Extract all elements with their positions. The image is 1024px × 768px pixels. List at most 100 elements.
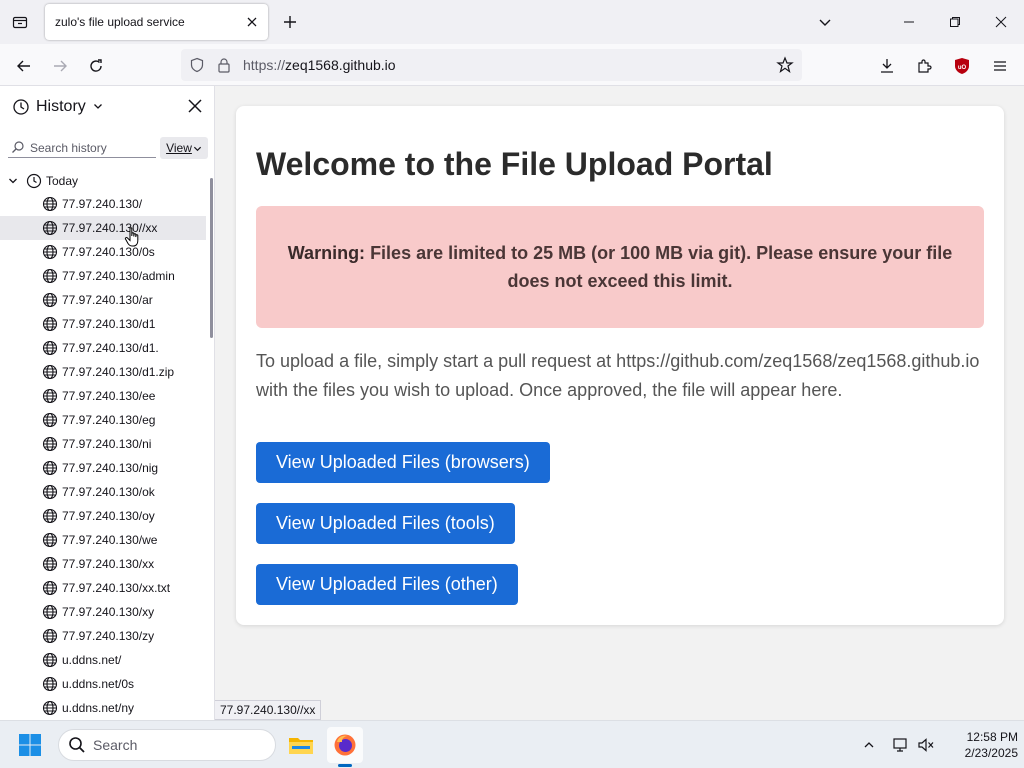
downloads-icon[interactable] [873, 52, 901, 80]
history-item[interactable]: 77.97.240.130/nig [0, 456, 206, 480]
view-menu-button[interactable]: View [160, 137, 208, 159]
reload-icon[interactable] [82, 52, 110, 80]
hamburger-menu-icon[interactable] [986, 52, 1014, 80]
search-icon [69, 737, 85, 753]
view-label: View [166, 141, 192, 155]
firefox-icon[interactable] [327, 727, 363, 763]
view-files-tools-button[interactable]: View Uploaded Files (tools) [256, 503, 515, 544]
globe-icon [42, 196, 58, 215]
history-item[interactable]: 77.97.240.130/ni [0, 432, 206, 456]
search-history-input[interactable] [8, 140, 156, 155]
history-item[interactable]: 77.97.240.130/ok [0, 480, 206, 504]
sidebar-scrollbar[interactable] [210, 178, 213, 338]
twisty-expanded-icon[interactable] [8, 176, 18, 186]
ublock-origin-icon[interactable]: uO [948, 52, 976, 80]
clock-time: 12:58 PM [966, 730, 1018, 744]
hand-cursor-icon [124, 227, 139, 247]
tab-overflow-chevron-icon[interactable] [813, 10, 837, 34]
history-item-label: 77.97.240.130/d1 [62, 317, 156, 331]
globe-icon [42, 484, 58, 503]
history-list: 77.97.240.130/77.97.240.130//xx 77.97.240… [0, 192, 206, 720]
history-item[interactable]: 77.97.240.130/0s [0, 240, 206, 264]
extensions-puzzle-icon[interactable] [910, 52, 938, 80]
show-hidden-icons-chevron-icon[interactable] [857, 733, 881, 757]
lock-icon[interactable] [217, 57, 231, 76]
sidebar-switcher[interactable]: History [36, 98, 103, 116]
history-item-label: 77.97.240.130/d1. [62, 341, 159, 355]
minimize-icon[interactable] [886, 6, 932, 38]
file-explorer-icon[interactable] [283, 727, 319, 763]
globe-icon [42, 244, 58, 263]
history-item[interactable]: 77.97.240.130/eg [0, 408, 206, 432]
sidebar-header: History [0, 86, 215, 130]
close-window-icon[interactable] [978, 6, 1024, 38]
globe-icon [42, 412, 58, 431]
view-files-browsers-button[interactable]: View Uploaded Files (browsers) [256, 442, 550, 483]
globe-icon [42, 676, 58, 695]
history-item[interactable]: 77.97.240.130/ee [0, 384, 206, 408]
list-all-tabs-icon[interactable] [8, 10, 32, 34]
history-item-label: 77.97.240.130/ar [62, 293, 153, 307]
chevron-down-icon [94, 104, 103, 109]
svg-text:uO: uO [958, 65, 967, 71]
history-item[interactable]: 77.97.240.130/we [0, 528, 206, 552]
url-text[interactable]: https://zeq1568.github.io [243, 57, 396, 73]
search-history-field[interactable] [8, 138, 156, 158]
chevron-down-icon [193, 146, 201, 151]
active-app-indicator [338, 764, 352, 767]
network-icon[interactable] [889, 733, 913, 757]
tab-close-icon[interactable] [240, 10, 264, 34]
portal-card: Welcome to the File Upload Portal Warnin… [236, 106, 1004, 625]
history-item-label: 77.97.240.130/nig [62, 461, 159, 475]
globe-icon [42, 268, 58, 287]
history-item[interactable]: u.ddns.net/ [0, 648, 206, 672]
tab-strip: zulo's file upload service [0, 0, 1024, 44]
warning-text: Files are limited to 25 MB (or 100 MB vi… [365, 243, 953, 291]
link-status-tooltip: 77.97.240.130//xx [215, 700, 322, 720]
view-files-other-button[interactable]: View Uploaded Files (other) [256, 564, 518, 605]
globe-icon [42, 628, 58, 647]
history-sidebar: History View Today 77.97.240.130/77.97.2… [0, 86, 215, 720]
history-item[interactable]: 77.97.240.130//xx [0, 216, 206, 240]
close-sidebar-icon[interactable] [188, 99, 202, 116]
globe-icon [42, 556, 58, 575]
volume-muted-icon[interactable] [914, 733, 938, 757]
sidebar-title: History [36, 98, 86, 115]
forward-arrow-icon[interactable] [46, 52, 74, 80]
url-scheme: https:// [243, 57, 286, 73]
history-item[interactable]: 77.97.240.130/zy [0, 624, 206, 648]
active-tab[interactable]: zulo's file upload service [45, 4, 268, 40]
taskbar-search-box[interactable]: Search [58, 729, 276, 761]
system-clock[interactable]: 12:58 PM 2/23/2025 [938, 729, 1018, 761]
history-group-today[interactable]: Today [8, 170, 78, 192]
history-item[interactable]: 77.97.240.130/ar [0, 288, 206, 312]
restore-icon[interactable] [932, 6, 978, 38]
tracking-protection-shield-icon[interactable] [189, 57, 205, 76]
history-item[interactable]: 77.97.240.130/oy [0, 504, 206, 528]
clock-icon [26, 173, 42, 189]
history-item[interactable]: 77.97.240.130/xx [0, 552, 206, 576]
history-item[interactable]: u.ddns.net/0s [0, 672, 206, 696]
history-item-label: 77.97.240.130/oy [62, 509, 155, 523]
history-item[interactable]: 77.97.240.130/d1. [0, 336, 206, 360]
globe-icon [42, 292, 58, 311]
windows-start-icon[interactable] [18, 733, 42, 757]
history-item-label: u.ddns.net/ [62, 653, 122, 667]
taskbar: Search 12:58 PM 2/23/2025 [0, 720, 1024, 768]
new-tab-icon[interactable] [278, 10, 302, 34]
address-bar[interactable]: https://zeq1568.github.io [181, 49, 802, 81]
back-arrow-icon[interactable] [10, 52, 38, 80]
history-item[interactable]: u.ddns.net/ny [0, 696, 206, 720]
history-item[interactable]: 77.97.240.130/admin [0, 264, 206, 288]
history-item[interactable]: 77.97.240.130/d1.zip [0, 360, 206, 384]
history-item[interactable]: 77.97.240.130/ [0, 192, 206, 216]
history-item-label: 77.97.240.130/zy [62, 629, 155, 643]
bookmark-star-icon[interactable] [776, 56, 794, 77]
history-item[interactable]: 77.97.240.130/d1 [0, 312, 206, 336]
history-item[interactable]: 77.97.240.130/xx.txt [0, 576, 206, 600]
url-host: zeq1568.github.io [285, 57, 396, 73]
tab-title: zulo's file upload service [55, 15, 185, 29]
history-item[interactable]: 77.97.240.130/xy [0, 600, 206, 624]
globe-icon [42, 700, 58, 719]
group-label: Today [46, 174, 79, 188]
